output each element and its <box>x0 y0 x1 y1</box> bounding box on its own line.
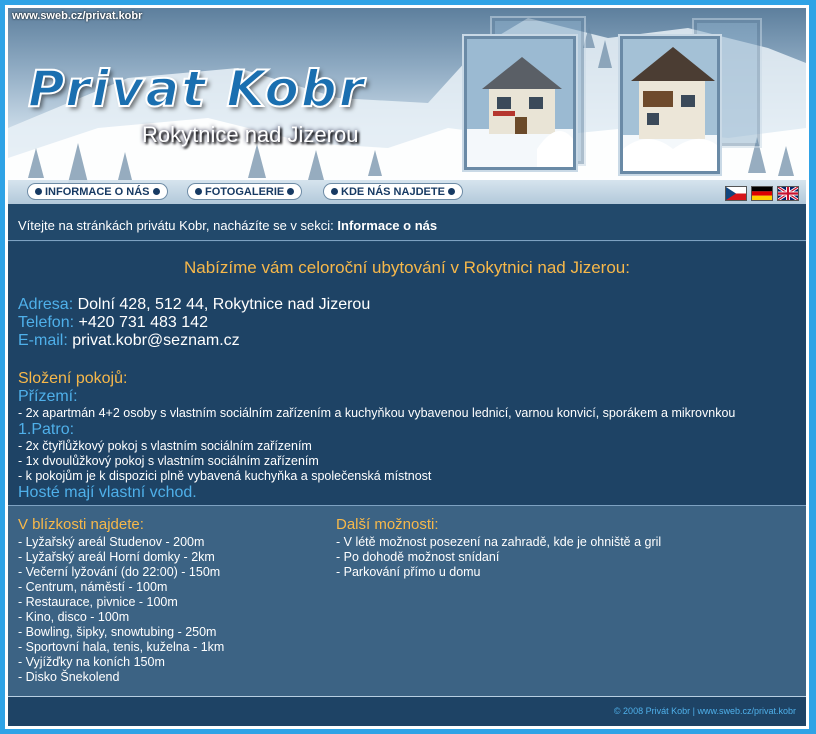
house-photo-right <box>620 36 720 174</box>
logo-subtitle: Rokytnice nad Jizerou <box>142 122 359 147</box>
nearby-title: V blízkosti najdete: <box>18 516 144 533</box>
bullet-icon <box>152 188 160 195</box>
list-item: - Po dohodě možnost snídaní <box>336 550 500 564</box>
address-line: Adresa: Dolní 428, 512 44, Rokytnice nad… <box>18 296 370 314</box>
contact-block: Adresa: Dolní 428, 512 44, Rokytnice nad… <box>18 296 370 350</box>
nav-item-informace[interactable]: INFORMACE O NÁS <box>28 184 167 199</box>
list-item: - 1x dvoulůžkový pokoj s vlastním sociál… <box>18 454 319 468</box>
bullet-icon <box>447 188 455 195</box>
list-item: - Lyžařský areál Horní domky - 2km <box>18 550 215 564</box>
nav-bar: INFORMACE O NÁS FOTOGALERIE KDE NÁS NAJD… <box>8 180 806 204</box>
nearby-column: V blízkosti najdete: - Lyžařský areál St… <box>18 516 224 685</box>
phone-line: Telefon: +420 731 483 142 <box>18 314 370 332</box>
email-value[interactable]: privat.kobr@seznam.cz <box>72 332 239 349</box>
list-item: - Kino, disco - 100m <box>18 610 130 624</box>
list-item: - Lyžařský areál Studenov - 200m <box>18 535 205 549</box>
phone-label: Telefon: <box>18 314 75 331</box>
site-url-label: www.sweb.cz/privat.kobr <box>12 10 143 22</box>
email-label: E-mail: <box>18 332 68 349</box>
list-item: - Sportovní hala, tenis, kuželna - 1km <box>18 640 225 654</box>
nav-item-label: KDE NÁS NAJDETE <box>341 185 445 198</box>
bullet-icon <box>331 188 338 195</box>
main-info-section: Nabízíme vám celoroční ubytování v Rokyt… <box>8 242 806 506</box>
ground-floor-block: Přízemí: - 2x apartmán 4+2 osoby s vlast… <box>18 388 735 502</box>
nav-item-kde-nas-najdete[interactable]: KDE NÁS NAJDETE <box>324 184 462 199</box>
nav-item-label: INFORMACE O NÁS <box>45 185 150 198</box>
phone-value: +420 731 483 142 <box>78 314 208 331</box>
czech-flag-icon[interactable] <box>726 187 746 200</box>
address-value: Dolní 428, 512 44, Rokytnice nad Jizerou <box>77 296 371 313</box>
footer-copyright: © 2008 Privát Kobr <box>613 706 691 716</box>
first-floor-title: 1.Patro: <box>18 421 75 438</box>
house-photo-left <box>464 36 576 170</box>
email-line: E-mail: privat.kobr@seznam.cz <box>18 332 370 350</box>
language-flags <box>726 187 798 200</box>
list-item: - Vyjížďky na koních 150m <box>18 655 165 669</box>
footer: © 2008 Privát Kobr | www.sweb.cz/privat.… <box>8 697 806 726</box>
welcome-text: Vítejte na stránkách privátu Kobr, nachá… <box>18 218 334 233</box>
list-item: - k pokojům je k dispozici plně vybavená… <box>18 469 432 483</box>
address-label: Adresa: <box>18 296 74 313</box>
guests-note: Hosté mají vlastní vchod. <box>18 484 197 501</box>
footer-separator: | <box>692 706 695 716</box>
list-item: - Centrum, náměstí - 100m <box>18 580 168 594</box>
german-flag-icon[interactable] <box>752 187 772 200</box>
logo-title: Privat Kobr <box>27 59 366 119</box>
rooms-title: Složení pokojů: <box>18 370 128 387</box>
bullet-icon <box>35 188 42 195</box>
nearby-section: V blízkosti najdete: - Lyžařský areál St… <box>8 506 806 697</box>
list-item: - 2x čtyřlůžkový pokoj s vlastním sociál… <box>18 439 312 453</box>
footer-url-link[interactable]: www.sweb.cz/privat.kobr <box>697 706 796 716</box>
list-item: - Večerní lyžování (do 22:00) - 150m <box>18 565 221 579</box>
nav-item-fotogalerie[interactable]: FOTOGALERIE <box>188 184 302 199</box>
ground-floor-title: Přízemí: <box>18 388 78 405</box>
options-title: Další možnosti: <box>336 516 439 533</box>
uk-flag-icon[interactable] <box>778 187 798 200</box>
bullet-icon <box>195 188 202 195</box>
header-banner: www.sweb.cz/privat.kobr Privat Kobr Roky… <box>8 8 806 204</box>
list-item: - Bowling, šipky, snowtubing - 250m <box>18 625 217 639</box>
page: www.sweb.cz/privat.kobr Privat Kobr Roky… <box>8 8 806 726</box>
main-heading: Nabízíme vám celoroční ubytování v Rokyt… <box>184 258 630 277</box>
welcome-strip: Vítejte na stránkách privátu Kobr, nachá… <box>8 210 806 241</box>
options-column: Další možnosti: - V létě možnost posezen… <box>336 516 661 580</box>
current-section-name: Informace o nás <box>337 218 438 233</box>
bullet-icon <box>287 188 295 195</box>
page-frame: www.sweb.cz/privat.kobr Privat Kobr Roky… <box>5 5 809 729</box>
list-item: - Disko Šnekolend <box>18 670 120 684</box>
list-item: - 2x apartmán 4+2 osoby s vlastním sociá… <box>18 406 736 420</box>
list-item: - Parkování přímo u domu <box>336 565 481 579</box>
list-item: - V létě možnost posezení na zahradě, kd… <box>336 535 662 549</box>
nav-item-label: FOTOGALERIE <box>205 185 285 198</box>
list-item: - Restaurace, pivnice - 100m <box>18 595 178 609</box>
